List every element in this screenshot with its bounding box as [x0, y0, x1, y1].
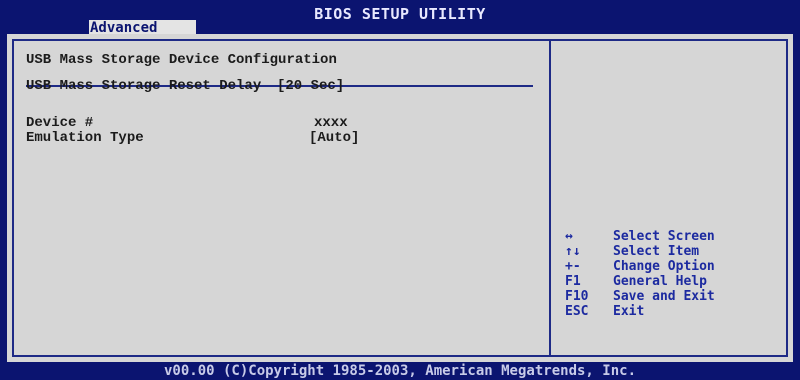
- help-desc: Change Option: [613, 259, 715, 274]
- device-value: xxxx: [314, 115, 348, 131]
- help-desc: Save and Exit: [613, 289, 715, 304]
- emulation-type-value[interactable]: [Auto]: [309, 130, 359, 146]
- section-title: USB Mass Storage Device Configuration: [26, 52, 337, 68]
- emulation-type-label[interactable]: Emulation Type: [26, 130, 144, 146]
- help-row: F1 General Help: [565, 274, 785, 289]
- help-row: ↔ Select Screen: [565, 229, 785, 244]
- panel-divider: [549, 39, 551, 357]
- reset-delay-value[interactable]: [20 Sec]: [277, 78, 344, 94]
- copyright-footer: v00.00 (C)Copyright 1985-2003, American …: [163, 363, 636, 379]
- help-desc: Select Item: [613, 244, 700, 259]
- help-desc: Select Screen: [613, 229, 715, 244]
- help-row: F10 Save and Exit: [565, 289, 785, 304]
- help-desc: Exit: [613, 304, 645, 319]
- help-row: +- Change Option: [565, 259, 785, 274]
- left-right-arrow-icon: ↔: [565, 229, 573, 244]
- device-label: Device #: [26, 115, 94, 131]
- f1-key: F1: [565, 274, 581, 289]
- title-bar: BIOS SETUP UTILITY Advanced: [0, 0, 800, 37]
- f10-key: F10: [565, 289, 589, 304]
- plus-minus-icon: +-: [565, 259, 581, 274]
- help-row: ESC Exit: [565, 304, 785, 319]
- help-row: ↑↓ Select Item: [565, 244, 785, 259]
- main-panel: USB Mass Storage Device Configuration US…: [7, 34, 793, 362]
- up-down-arrow-icon: ↑↓: [565, 244, 581, 259]
- esc-key: ESC: [565, 304, 589, 319]
- help-desc: General Help: [613, 274, 707, 289]
- reset-delay-label[interactable]: USB Mass Storage Reset Delay: [26, 78, 261, 94]
- help-legend: ↔ Select Screen ↑↓ Select Item +- Change…: [565, 229, 785, 319]
